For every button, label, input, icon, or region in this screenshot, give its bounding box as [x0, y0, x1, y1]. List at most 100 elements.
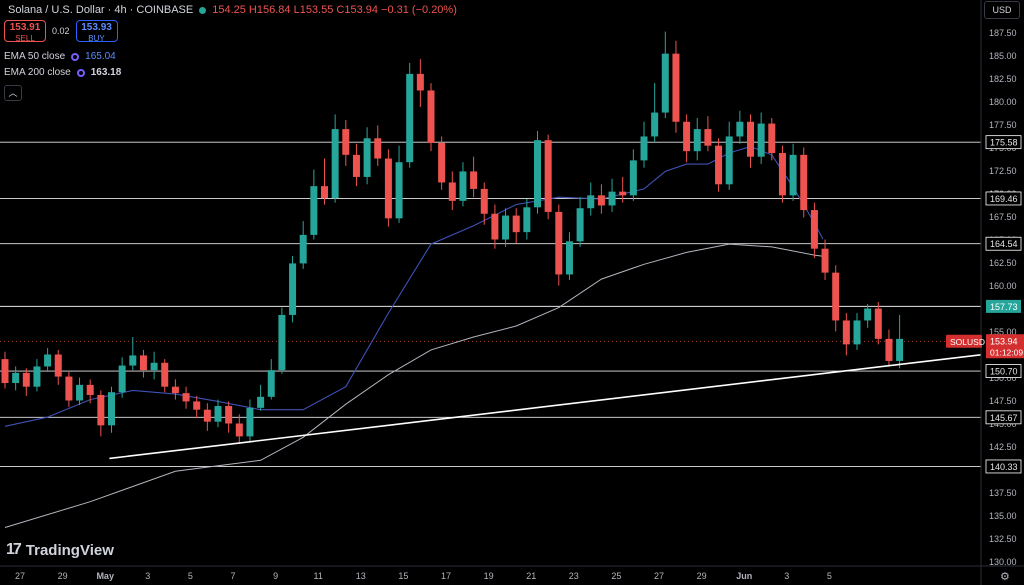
candle-body [278, 314, 286, 371]
price-tick-label: 187.50 [989, 28, 1017, 38]
time-tick-label: 5 [188, 571, 193, 581]
candle-body [246, 407, 254, 437]
candle-body [789, 154, 797, 196]
indicator-ema50-name: EMA 50 close [4, 51, 66, 62]
candle-body [352, 154, 360, 177]
candle-body [853, 320, 861, 345]
candle [246, 399, 254, 442]
price-level-label-text: 140.33 [990, 462, 1018, 472]
candle [565, 232, 573, 280]
time-tick-label: Jun [736, 571, 752, 581]
candle-body [384, 158, 392, 219]
candle-body [736, 121, 744, 137]
candle [704, 116, 712, 152]
time-tick-label: 15 [398, 571, 408, 581]
candle-body [768, 123, 776, 154]
candle [800, 147, 808, 218]
candle-body [683, 121, 691, 152]
price-tick-label: 130.00 [989, 557, 1017, 567]
time-tick-label: 9 [273, 571, 278, 581]
time-tick-label: 29 [58, 571, 68, 581]
candle [1, 351, 9, 389]
price-tick-label: 177.50 [989, 120, 1017, 130]
candle [555, 204, 563, 286]
sell-label: SELL [15, 34, 35, 43]
currency-selector[interactable]: USD [984, 1, 1020, 19]
price-tick-label: 160.00 [989, 281, 1017, 291]
candle-body [800, 154, 808, 211]
collapse-chevron-icon[interactable]: ︿ [4, 85, 22, 101]
candle [44, 348, 52, 372]
candle-body [225, 406, 233, 424]
candle [438, 136, 446, 190]
candle-body [693, 129, 701, 152]
candle [139, 349, 147, 378]
time-tick-label: 3 [784, 571, 789, 581]
candle [853, 313, 861, 350]
time-tick-label: 17 [441, 571, 451, 581]
time-tick-label: 25 [611, 571, 621, 581]
candle-body [842, 320, 850, 345]
indicator-ema200[interactable]: EMA 200 close 163.18 [4, 67, 121, 78]
candle [395, 145, 403, 223]
candle-body [810, 210, 818, 249]
time-tick-label: 27 [654, 571, 664, 581]
candle-body [161, 362, 169, 387]
price-tick-label: 132.50 [989, 534, 1017, 544]
candle [608, 178, 616, 212]
time-tick-label: 27 [15, 571, 25, 581]
candle-body [214, 406, 222, 422]
candle [832, 265, 840, 332]
candle-body [470, 171, 478, 189]
candle [97, 390, 105, 437]
candle-body [182, 393, 190, 402]
candle-body [438, 142, 446, 183]
candle [896, 314, 904, 369]
time-tick-label: 3 [145, 571, 150, 581]
candle [885, 329, 893, 367]
price-level-label: 164.54 [985, 236, 1022, 251]
tradingview-logo: 17 TradingView [6, 541, 114, 559]
indicator-ema200-value: 163.18 [90, 67, 122, 78]
candle [810, 202, 818, 258]
symbol-title[interactable]: Solana / U.S. Dollar · 4h · COINBASE [8, 4, 193, 16]
candle-body [193, 401, 201, 410]
candle-body [54, 354, 62, 377]
candle [33, 359, 41, 392]
tradingview-logo-icon: 17 [6, 541, 22, 558]
price-level-label-text: 169.46 [990, 194, 1018, 204]
candle [406, 62, 414, 168]
trade-panel: 153.91 SELL 0.02 153.93 BUY [4, 20, 118, 43]
candle [715, 138, 723, 192]
candle-body [97, 394, 105, 426]
price-level-label-text: 145.67 [990, 413, 1018, 423]
price-level-label: 169.46 [985, 191, 1022, 206]
indicator-ema50[interactable]: EMA 50 close 165.04 [4, 51, 116, 62]
buy-button[interactable]: 153.93 BUY [75, 20, 118, 43]
candle-body [896, 338, 904, 361]
candle-body [86, 384, 94, 395]
candle [821, 239, 829, 280]
candle [108, 386, 115, 433]
candle-body [480, 188, 488, 214]
candle-body [597, 195, 605, 206]
candle-body [12, 372, 20, 384]
sell-button[interactable]: 153.91 SELL [4, 20, 46, 43]
candle-body [76, 384, 84, 401]
current-price-text: 153.94 [990, 336, 1018, 346]
candle [459, 162, 467, 207]
candle-body [651, 112, 659, 137]
price-chart[interactable]: 130.00132.50135.00137.50140.00142.50145.… [0, 0, 1024, 585]
loading-spinner-icon [71, 52, 80, 61]
candle [747, 114, 754, 168]
candle-body [885, 338, 893, 361]
time-tick-label: 7 [230, 571, 235, 581]
candle [427, 83, 435, 152]
settings-gear-icon[interactable]: ⚙ [1000, 570, 1010, 583]
candle [384, 149, 392, 227]
countdown-text: 01:12:09 [990, 347, 1023, 357]
candle [534, 130, 541, 214]
price-level-label: 150.70 [985, 364, 1022, 378]
candle-body [491, 213, 499, 240]
price-tick-label: 185.00 [989, 51, 1017, 61]
